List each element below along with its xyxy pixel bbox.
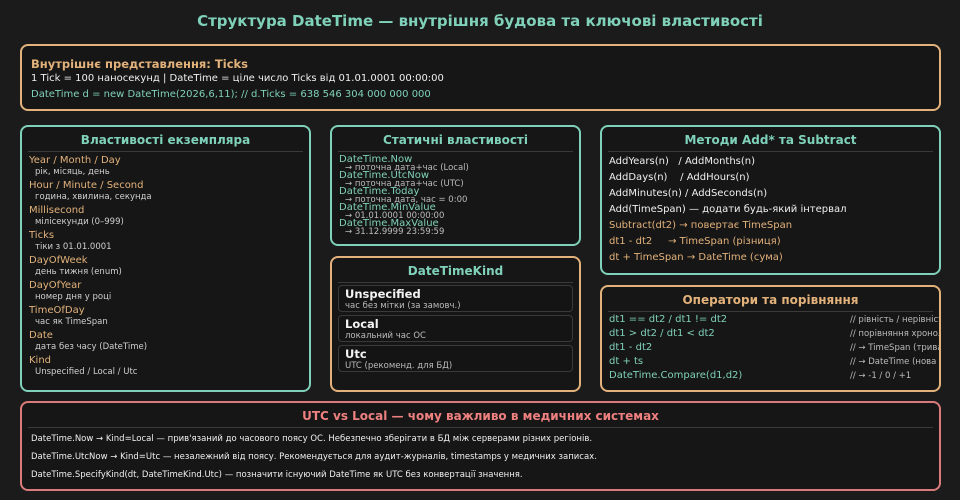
static-property-item: DateTime.Today → поточна дата, час = 0:0… (339, 186, 579, 205)
utc-vs-local-panel: UTC vs Local — чому важливо в медичних с… (20, 401, 941, 491)
datetimekind-panel: DateTimeKind Unspecified час без мітки (… (330, 256, 581, 392)
property-item: Millisecond мілісекунди (0–999) (29, 204, 309, 228)
operator-comment: // → -1 / 0 / +1 (850, 371, 912, 381)
operator-row: dt1 - dt2 // → TimeSpan (тривалість) (609, 342, 939, 356)
property-desc: номер дня у році (35, 292, 112, 302)
kind-desc: час без мітки (за замовч.) (345, 301, 461, 311)
divider (338, 151, 573, 152)
method-line: dt1 - dt2 → TimeSpan (різниця) (609, 236, 781, 247)
kind-name: Unspecified (345, 287, 421, 301)
property-item: Kind Unspecified / Local / Utc (29, 354, 309, 378)
operator-expression: dt1 == dt2 / dt1 != dt2 (609, 314, 728, 325)
property-name: DayOfWeek (29, 255, 88, 266)
operator-comment: // порівняння хронологічно (850, 329, 941, 339)
property-name: Kind (29, 355, 52, 366)
method-line: AddDays(n) / AddHours(n) (609, 172, 750, 183)
property-item: Year / Month / Day рік, місяць, день (29, 154, 309, 178)
operator-comment: // → TimeSpan (тривалість) (850, 343, 941, 353)
operator-comment: // → DateTime (нова точка) (850, 357, 939, 367)
property-item: DayOfWeek день тижня (enum) (29, 254, 309, 278)
utc-line: DateTime.UtcNow → Kind=Utc — незалежний … (31, 452, 597, 462)
operator-row: dt + ts // → DateTime (нова точка) (609, 356, 939, 370)
operator-row: dt1 == dt2 / dt1 != dt2 // рівність / не… (609, 314, 939, 328)
static-property-item: DateTime.MinValue → 01.01.0001 00:00:00 (339, 202, 579, 221)
operator-expression: dt1 - dt2 (609, 342, 653, 353)
kind-name: Local (345, 317, 379, 331)
instance-properties-heading: Властивості екземпляра (80, 133, 251, 147)
utc-line: DateTime.SpecifyKind(dt, DateTimeKind.Ut… (31, 470, 523, 480)
property-desc: дата без часу (DateTime) (35, 342, 148, 352)
property-name: Year / Month / Day (29, 155, 121, 166)
property-name: Ticks (29, 230, 55, 241)
divider (608, 311, 933, 312)
utc-line: DateTime.Now → Kind=Local — прив'язаний … (31, 434, 593, 444)
property-item: TimeOfDay час як TimeSpan (29, 304, 309, 328)
static-property-item: DateTime.MaxValue → 31.12.9999 23:59:59 (339, 218, 579, 237)
add-methods-heading: Методи Add* та Subtract (684, 133, 857, 147)
property-desc: тіки з 01.01.0001 (35, 242, 112, 252)
kind-name: Utc (345, 347, 367, 361)
instance-properties-panel: Властивості екземпляра Year / Month / Da… (20, 125, 311, 392)
divider (338, 282, 573, 283)
method-line: AddYears(n) / AddMonths(n) (609, 156, 756, 167)
property-name: Hour / Minute / Second (29, 180, 144, 191)
operator-expression: dt1 > dt2 / dt1 < dt2 (609, 328, 715, 339)
static-property-item: DateTime.UtcNow → поточна дата+час (UTC) (339, 170, 579, 189)
ticks-panel: Внутрішнє представлення: Ticks 1 Tick = … (20, 44, 941, 111)
divider (28, 151, 303, 152)
static-property-item: DateTime.Now → поточна дата+час (Local) (339, 154, 579, 173)
kind-item-unspecified: Unspecified час без мітки (за замовч.) (338, 285, 573, 312)
property-item: Date дата без часу (DateTime) (29, 329, 309, 353)
ticks-definition: 1 Tick = 100 наносекунд | DateTime = ціл… (31, 73, 444, 84)
static-properties-panel: Статичні властивості DateTime.Now → пото… (330, 125, 581, 246)
property-desc: мілісекунди (0–999) (35, 217, 124, 227)
kind-desc: локальний час ОС (345, 331, 426, 341)
property-desc: час як TimeSpan (35, 317, 108, 327)
operator-comment: // рівність / нерівність (850, 315, 941, 325)
add-methods-panel: Методи Add* та Subtract AddYears(n) / Ad… (600, 125, 941, 275)
operator-row: dt1 > dt2 / dt1 < dt2 // порівняння хрон… (609, 328, 939, 342)
operator-row: DateTime.Compare(d1,d2) // → -1 / 0 / +1 (609, 370, 939, 384)
operators-panel: Оператори та порівняння dt1 == dt2 / dt1… (600, 285, 941, 392)
utc-vs-local-heading: UTC vs Local — чому важливо в медичних с… (302, 409, 659, 423)
property-desc: рік, місяць, день (35, 167, 110, 177)
method-line: dt + TimeSpan → DateTime (сума) (609, 252, 783, 263)
property-desc: Unspecified / Local / Utc (35, 367, 138, 377)
property-name: TimeOfDay (29, 305, 85, 316)
property-name: Date (29, 330, 53, 341)
method-line: AddMinutes(n) / AddSeconds(n) (609, 188, 768, 199)
divider (608, 151, 933, 152)
static-property-desc: → 31.12.9999 23:59:59 (345, 227, 445, 237)
kind-item-local: Local локальний час ОС (338, 315, 573, 342)
method-line: Add(TimeSpan) — додати будь-який інтерва… (609, 204, 847, 215)
property-name: DayOfYear (29, 280, 82, 291)
operator-expression: dt + ts (609, 356, 644, 367)
datetimekind-heading: DateTimeKind (407, 264, 504, 278)
ticks-heading: Внутрішнє представлення: Ticks (31, 57, 249, 71)
property-item: DayOfYear номер дня у році (29, 279, 309, 303)
operators-heading: Оператори та порівняння (682, 293, 859, 307)
property-item: Ticks тіки з 01.01.0001 (29, 229, 309, 253)
property-desc: година, хвилина, секунда (35, 192, 152, 202)
operator-expression: DateTime.Compare(d1,d2) (609, 370, 743, 381)
kind-desc: UTC (рекоменд. для БД) (345, 361, 453, 371)
divider (28, 427, 933, 428)
ticks-example: DateTime d = new DateTime(2026,6,11); //… (31, 89, 431, 100)
page-title: Структура DateTime — внутрішня будова та… (197, 12, 763, 30)
property-name: Millisecond (29, 205, 85, 216)
property-desc: день тижня (enum) (35, 267, 122, 277)
static-properties-heading: Статичні властивості (382, 133, 529, 147)
method-line: Subtract(dt2) → повертає TimeSpan (609, 220, 793, 231)
property-item: Hour / Minute / Second година, хвилина, … (29, 179, 309, 203)
kind-item-utc: Utc UTC (рекоменд. для БД) (338, 345, 573, 372)
